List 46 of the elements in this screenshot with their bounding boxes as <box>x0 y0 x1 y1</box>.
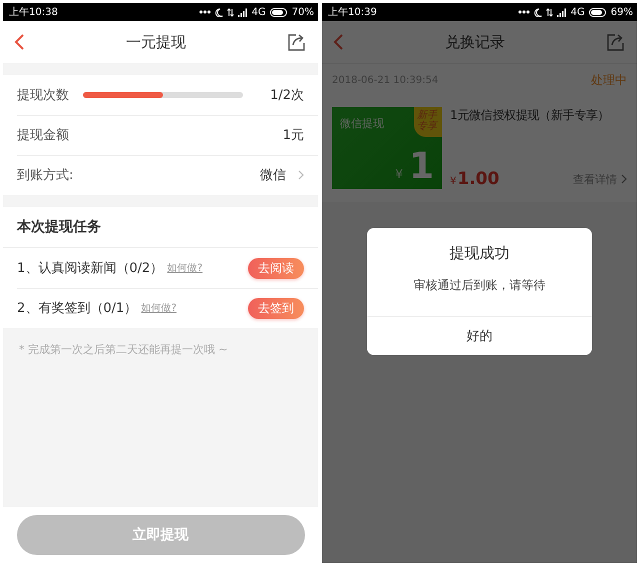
note-text: * 完成第一次之后第二天还能再提一次哦 ~ <box>18 342 229 358</box>
back-icon[interactable] <box>332 34 344 50</box>
status-time: 上午10:39 <box>328 6 377 19</box>
row-value: 1元 <box>282 127 304 144</box>
data-arrows-icon <box>546 8 553 16</box>
section-title: 本次提现任务 <box>3 207 318 248</box>
network-label: 4G <box>570 6 585 18</box>
battery-icon <box>270 8 288 16</box>
task-text: 1、认真阅读新闻（0/2） <box>17 260 164 277</box>
row-value[interactable]: 微信 <box>260 166 286 184</box>
chevron-right-icon <box>621 174 627 184</box>
data-arrows-icon <box>226 8 234 16</box>
moon-icon <box>214 8 223 16</box>
dialog-message: 审核通过后到账，请等待 <box>414 277 546 294</box>
card-amount: 1 <box>408 147 434 187</box>
task-button[interactable]: 去签到 <box>248 298 304 318</box>
network-label: 4G <box>252 6 266 18</box>
page-title: 兑换记录 <box>445 32 505 52</box>
row-label: 提现次数 <box>17 87 69 104</box>
status-label: 处理中 <box>591 72 627 88</box>
share-icon[interactable] <box>287 32 306 52</box>
record-price: ¥1.00 <box>450 169 500 189</box>
row-label: 到账方式: <box>17 167 74 184</box>
help-link[interactable]: 如何做? <box>141 301 177 315</box>
signal-icon <box>556 8 567 16</box>
page-title: 一元提现 <box>126 32 186 52</box>
status-time: 上午10:38 <box>9 6 58 19</box>
currency-sign: ¥ <box>395 167 403 181</box>
task-button[interactable]: 去阅读 <box>248 258 304 278</box>
help-link[interactable]: 如何做? <box>167 261 203 275</box>
dots-icon <box>518 10 530 14</box>
dialog-title: 提现成功 <box>450 244 510 263</box>
battery-icon <box>588 8 607 16</box>
dots-icon <box>198 10 211 14</box>
battery-percent: 70% <box>292 6 314 18</box>
battery-percent: 69% <box>610 6 633 18</box>
ok-button[interactable]: 好的 <box>367 316 592 355</box>
row-value: 1/2次 <box>270 87 304 104</box>
row-label: 提现金额 <box>17 127 69 144</box>
record-title: 1元微信授权提现（新手专享） <box>450 107 610 124</box>
back-icon[interactable] <box>13 34 25 50</box>
chevron-right-icon[interactable] <box>298 170 304 180</box>
card-label: 微信提现 <box>340 116 384 131</box>
task-text: 2、有奖签到（0/1） <box>17 300 138 317</box>
signal-icon <box>238 8 248 16</box>
moon-icon <box>534 8 542 16</box>
